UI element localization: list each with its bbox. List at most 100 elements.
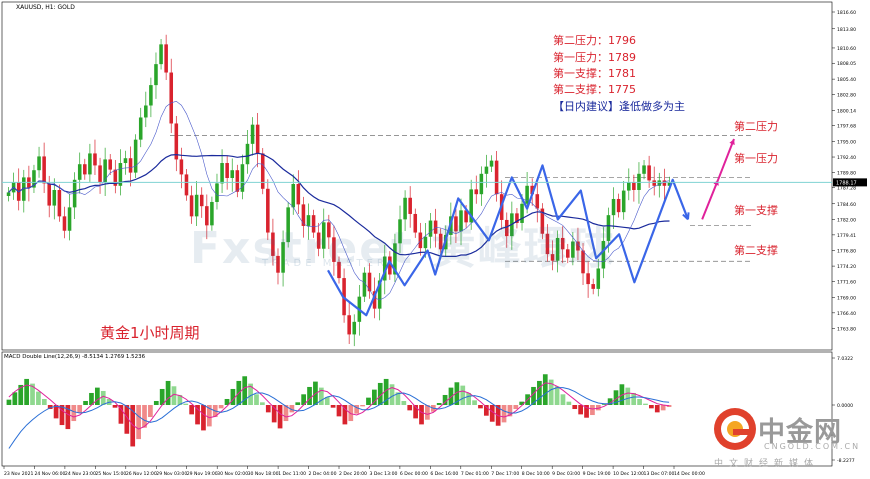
time-tick-label: 10 Dec 12:00 [613,471,644,477]
current-price-label: 1788.17 [836,181,857,187]
candle-body [489,160,494,167]
price-tick-label: 1779.41 [837,233,856,239]
annotation-value: 1781 [608,67,636,80]
macd-histogram-bar [71,405,77,422]
candle-body [164,44,168,73]
time-tick-label: 26 Nov 12:00 [126,471,157,477]
macd-histogram-bar [12,392,18,406]
candle-body [57,189,62,217]
macd-histogram-bar [401,400,407,406]
time-axis: 23 Nov 2021 24 Nov 06:00 24 Nov 23:00 25 No… [3,466,705,477]
candle-body [652,180,656,186]
time-tick-label: 6 Dec 00:00 [400,471,428,477]
time-tick-label: 9 Dec 19:00 [583,471,611,477]
annotation-value: 1796 [608,34,636,47]
macd-histogram-bar [183,403,189,406]
candle-body [484,166,489,174]
price-tick-label: 1766.40 [837,311,856,317]
candle-body [103,159,107,183]
price-tick-label: 1769.00 [837,295,856,301]
candle-body [128,158,133,173]
price-tick-label: 1805.40 [837,77,856,83]
macd-histogram-bar [94,387,100,406]
macd-histogram-bar [560,394,566,406]
macd-tick-label: 7.0322 [837,356,853,362]
macd-histogram-bar [277,405,283,429]
candle-body [42,156,46,184]
candle-body [474,189,479,195]
candle-body [154,64,158,86]
price-tick-label: 1802.80 [837,93,856,99]
time-tick-label: 24 Nov 23:00 [65,471,96,477]
macd-histogram-bar [501,405,507,423]
annotation-second-support: 第二支撑：1775 [553,81,636,98]
macd-signal-line [8,387,670,449]
macd-histogram-bar [631,392,637,406]
macd-histogram-bar [478,405,483,409]
price-tick-label: 1797.68 [837,123,856,129]
macd-histogram-bar [260,402,265,406]
candle-body [133,139,138,173]
macd-histogram-bar [348,405,354,422]
time-tick-label: 29 Nov 03:00 [156,471,187,477]
annotation-label: 第一支撑： [553,67,608,80]
macd-histogram-bar [189,405,195,415]
candle-body [296,183,301,205]
macd-histogram-bar [542,374,548,406]
period-label: 黄金1小时周期 [100,324,200,342]
candle-body [230,170,235,179]
price-tick-label: 1782.00 [837,217,856,223]
forecast-segment [701,179,720,220]
time-tick-label: 2 Dec 20:00 [339,471,367,477]
level-label-first-support: 第一支撑 [734,204,778,217]
macd-histogram-bar [625,387,631,406]
price-tick-label: 1810.60 [837,46,856,52]
candle-body [179,159,184,175]
annotation-second-resistance: 第二压力：1796 [553,32,636,49]
price-tick-label: 1808.05 [837,61,856,67]
candle-body [159,44,163,65]
price-tick-label: 1800.14 [837,109,856,115]
time-tick-label: 1 Dec 11:00 [278,471,306,477]
macd-histogram-bar [513,405,519,410]
price-tick-label: 1763.80 [837,326,856,332]
macd-histogram-bar [537,380,542,406]
macd-histogram-bar [360,405,365,407]
macd-histogram-bar [336,405,342,417]
macd-histogram-bar [578,405,584,415]
candle-body [88,153,92,175]
macd-histogram-bar [153,400,159,406]
candle-body [225,163,229,179]
candle-body [169,72,174,124]
level-label-second-resistance: 第二压力 [734,120,778,133]
time-tick-label: 7 Dec 17:00 [491,471,519,477]
candle-body [62,216,67,231]
macd-histogram-bar [590,405,595,416]
candle-body [479,173,484,195]
candle-body [149,85,153,106]
candle-body [255,124,260,154]
time-tick-label: 9 Dec 03:00 [552,471,580,477]
macd-histogram-bar [165,380,171,406]
cngold-logo-icon [714,408,756,450]
price-tick-label: 1774.20 [837,264,856,270]
macd-histogram-bar [572,405,578,410]
time-tick-label: 23 Nov 2021 [4,471,33,477]
candle-body [144,105,148,118]
candle-body [260,153,265,189]
time-tick-label: 30 Nov 02:00 [217,471,248,477]
macd-histogram-bar [654,405,660,413]
time-tick-label: 14 Dec 00:00 [674,471,705,477]
annotation-label: 第二压力： [553,34,608,47]
candle-body [632,182,636,190]
candle-body [138,117,143,140]
candle-body [83,164,87,175]
candle-body [199,194,204,207]
intraday-advice: 【日内建议】逢低做多为主 [553,100,685,113]
candle-body [647,165,651,181]
macd-histogram-bar [637,398,642,406]
forecast-arrows [701,138,735,220]
cngold-logo: 中金网 CNGOLD.COM.CN 中文财经新媒体 [712,404,862,470]
time-tick-label: 13 Dec 07:00 [644,471,675,477]
logo-domain: CNGOLD.COM.CN [764,442,861,451]
